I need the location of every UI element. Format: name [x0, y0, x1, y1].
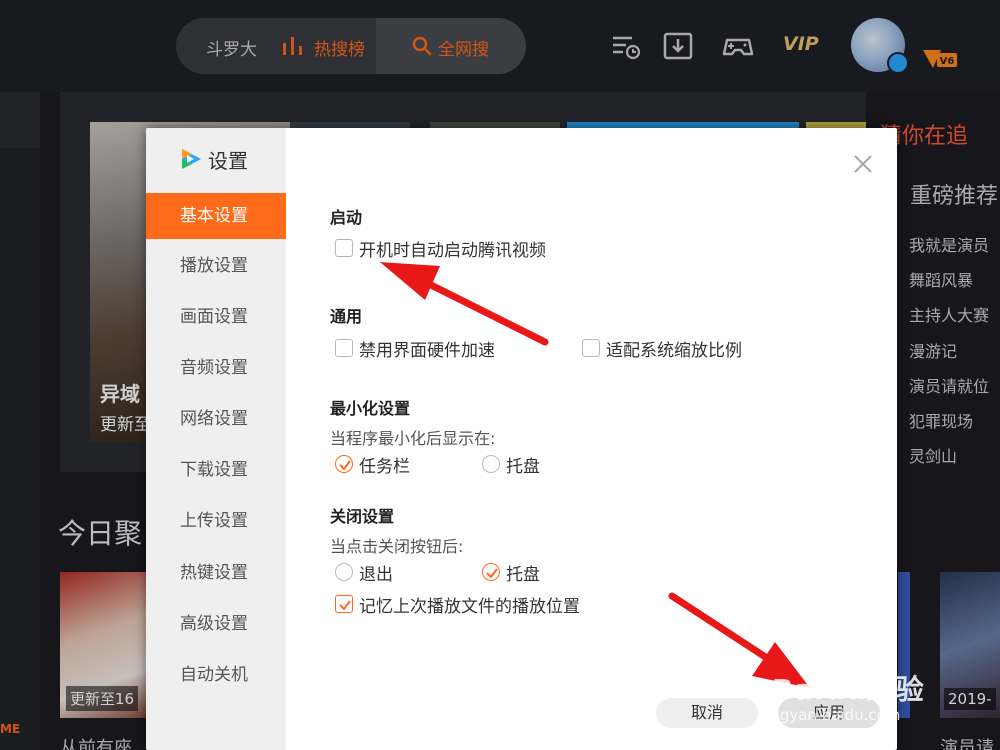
auto-start-label[interactable]: 开机时自动启动腾讯视频 — [359, 236, 546, 261]
minimize-tray-label[interactable]: 托盘 — [506, 452, 540, 477]
settings-title: 设置 — [208, 149, 248, 173]
close-tray-radio[interactable] — [482, 563, 500, 581]
nav-download-settings[interactable]: 下载设置 — [146, 447, 286, 493]
disable-hw-accel-checkbox[interactable] — [335, 339, 353, 357]
close-description: 当点击关闭按钮后: — [330, 537, 464, 556]
watermark-brand: Baidu经验 — [772, 673, 925, 706]
close-icon[interactable] — [851, 152, 875, 176]
check-icon — [339, 600, 351, 611]
nav-advanced-settings[interactable]: 高级设置 — [146, 601, 286, 647]
close-exit-label[interactable]: 退出 — [359, 560, 393, 585]
auto-start-checkbox[interactable] — [335, 239, 353, 257]
nav-playback-settings[interactable]: 播放设置 — [146, 243, 286, 289]
minimize-taskbar-label[interactable]: 任务栏 — [359, 452, 410, 477]
general-section-title: 通用 — [330, 307, 363, 326]
minimize-tray-radio[interactable] — [482, 455, 500, 473]
minimize-section-title: 最小化设置 — [330, 399, 411, 418]
settings-nav: 设置 基本设置 播放设置 画面设置 音频设置 网络设置 下载设置 上传设置 热键… — [146, 128, 286, 750]
disable-hw-accel-label[interactable]: 禁用界面硬件加速 — [359, 336, 495, 361]
settings-dialog: 设置 基本设置 播放设置 画面设置 音频设置 网络设置 下载设置 上传设置 热键… — [146, 128, 897, 750]
close-exit-radio[interactable] — [335, 563, 353, 581]
startup-section-title: 启动 — [330, 208, 363, 227]
nav-hotkey-settings[interactable]: 热键设置 — [146, 550, 286, 596]
remember-position-label[interactable]: 记忆上次播放文件的播放位置 — [359, 592, 580, 617]
nav-upload-settings[interactable]: 上传设置 — [146, 498, 286, 544]
cancel-button[interactable]: 取消 — [656, 698, 758, 728]
watermark-url: jingyan.baidu.com — [762, 706, 901, 724]
check-icon — [486, 568, 498, 579]
minimize-taskbar-radio[interactable] — [335, 455, 353, 473]
tencent-video-logo-icon — [182, 149, 201, 169]
nav-auto-shutdown[interactable]: 自动关机 — [146, 652, 286, 698]
fit-system-scale-checkbox[interactable] — [582, 339, 600, 357]
check-icon — [339, 460, 351, 471]
minimize-description: 当程序最小化后显示在: — [330, 429, 496, 448]
nav-picture-settings[interactable]: 画面设置 — [146, 294, 286, 340]
close-tray-label[interactable]: 托盘 — [506, 560, 540, 585]
nav-audio-settings[interactable]: 音频设置 — [146, 345, 286, 391]
nav-basic-settings[interactable]: 基本设置 — [146, 193, 286, 239]
close-section-title: 关闭设置 — [330, 507, 395, 526]
remember-position-checkbox[interactable] — [335, 595, 353, 613]
fit-system-scale-label[interactable]: 适配系统缩放比例 — [606, 336, 742, 361]
nav-network-settings[interactable]: 网络设置 — [146, 396, 286, 442]
